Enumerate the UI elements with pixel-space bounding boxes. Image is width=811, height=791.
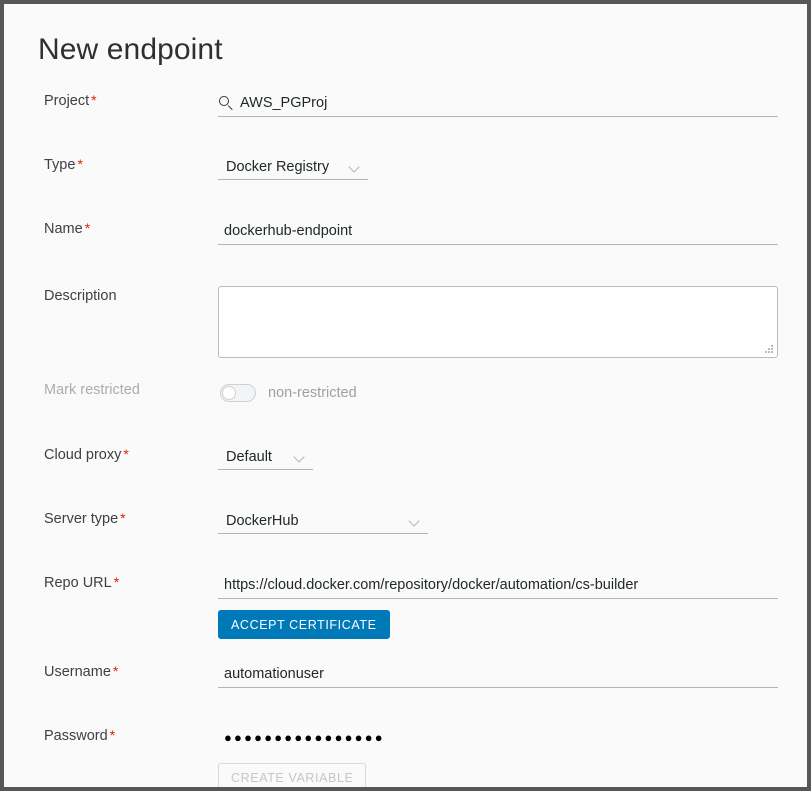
name-label-text: Name	[44, 221, 83, 237]
repo-url-input[interactable]: https://cloud.docker.com/repository/dock…	[218, 572, 778, 599]
name-value: dockerhub-endpoint	[224, 223, 353, 239]
server-type-select[interactable]: DockerHub	[218, 508, 428, 534]
project-input[interactable]: AWS_PGProj	[218, 90, 778, 117]
project-label-text: Project	[44, 93, 90, 109]
page-title: New endpoint	[38, 33, 223, 66]
project-value: AWS_PGProj	[240, 95, 328, 111]
description-textarea[interactable]	[218, 286, 778, 358]
chevron-down-icon	[348, 160, 361, 173]
description-label-text: Description	[44, 288, 117, 304]
cloud-proxy-required-marker: *	[123, 446, 129, 462]
server-type-label-text: Server type	[44, 511, 119, 527]
search-icon	[219, 95, 234, 111]
project-required-marker: *	[91, 92, 97, 108]
username-label-text: Username	[44, 664, 111, 680]
new-endpoint-dialog: New endpoint Project * AWS_PGProj Type * D…	[4, 4, 807, 787]
password-input[interactable]: ●●●●●●●●●●●●●●●●	[218, 725, 778, 751]
mark-restricted-toggle-row: non-restricted	[218, 380, 778, 406]
form-row-cloud-proxy: Cloud proxy * Default	[4, 444, 807, 490]
form-row-description: Description	[4, 286, 807, 358]
name-field-wrap: dockerhub-endpoint	[218, 218, 807, 245]
password-label-text: Password	[44, 728, 108, 744]
create-variable-wrap: CREATE VARIABLE	[218, 763, 778, 787]
repo-url-required-marker: *	[113, 574, 120, 590]
type-select[interactable]: Docker Registry	[218, 154, 368, 180]
name-label: Name *	[4, 218, 218, 239]
chevron-down-icon	[293, 450, 306, 463]
accept-certificate-wrap: ACCEPT CERTIFICATE	[218, 610, 778, 639]
mark-restricted-field-wrap: non-restricted	[218, 380, 807, 406]
description-label: Description	[4, 286, 218, 306]
project-label: Project *	[4, 90, 218, 111]
mark-restricted-state-label: non-restricted	[268, 385, 357, 401]
repo-url-field-wrap: https://cloud.docker.com/repository/dock…	[218, 572, 807, 639]
cloud-proxy-select[interactable]: Default	[218, 444, 313, 470]
mark-restricted-label: Mark restricted	[44, 382, 140, 398]
type-label: Type *	[4, 154, 218, 175]
chevron-down-icon	[408, 514, 421, 527]
password-required-marker: *	[109, 727, 116, 743]
toggle-knob	[222, 386, 236, 400]
password-field-wrap: ●●●●●●●●●●●●●●●● CREATE VARIABLE	[218, 725, 807, 787]
server-type-required-marker: *	[120, 510, 126, 526]
server-type-field-wrap: DockerHub	[218, 508, 807, 534]
type-field-wrap: Docker Registry	[218, 154, 807, 180]
username-label: Username *	[4, 661, 218, 682]
username-input[interactable]: automationuser	[218, 661, 778, 688]
form-row-name: Name * dockerhub-endpoint	[4, 218, 807, 264]
username-field-wrap: automationuser	[218, 661, 807, 688]
type-label-text: Type	[44, 157, 76, 173]
password-label: Password *	[4, 725, 218, 746]
cloud-proxy-label-text: Cloud proxy	[44, 447, 122, 463]
server-type-value: DockerHub	[226, 512, 299, 529]
name-input[interactable]: dockerhub-endpoint	[218, 218, 778, 245]
form-row-repo-url: Repo URL * https://cloud.docker.com/repos…	[4, 572, 807, 639]
form-row-mark-restricted: Mark restricted non-restricted	[4, 380, 807, 426]
type-required-marker: *	[77, 156, 83, 172]
project-field-wrap: AWS_PGProj	[218, 90, 807, 117]
form-row-password: Password * ●●●●●●●●●●●●●●●● CREATE VARIAB…	[4, 725, 807, 787]
repo-url-label: Repo URL *	[4, 572, 218, 593]
username-required-marker: *	[112, 663, 119, 679]
mark-restricted-toggle[interactable]	[220, 384, 256, 402]
endpoint-form: Project * AWS_PGProj Type * Docker Registr…	[4, 90, 807, 787]
resize-grip-icon[interactable]	[764, 344, 773, 353]
server-type-label: Server type *	[4, 508, 218, 529]
create-variable-button: CREATE VARIABLE	[218, 763, 367, 787]
cloud-proxy-value: Default	[226, 448, 272, 465]
repo-url-label-text: Repo URL	[44, 575, 112, 591]
description-field-wrap	[218, 286, 807, 358]
form-row-server-type: Server type * DockerHub	[4, 508, 807, 554]
repo-url-value: https://cloud.docker.com/repository/dock…	[224, 577, 639, 593]
accept-certificate-button[interactable]: ACCEPT CERTIFICATE	[218, 610, 390, 639]
form-row-project: Project * AWS_PGProj	[4, 90, 807, 136]
cloud-proxy-label: Cloud proxy *	[4, 444, 218, 465]
cloud-proxy-field-wrap: Default	[218, 444, 807, 470]
username-value: automationuser	[224, 666, 324, 682]
type-value: Docker Registry	[226, 158, 330, 175]
form-row-username: Username * automationuser	[4, 661, 807, 707]
form-row-type: Type * Docker Registry	[4, 154, 807, 200]
name-required-marker: *	[84, 220, 91, 236]
